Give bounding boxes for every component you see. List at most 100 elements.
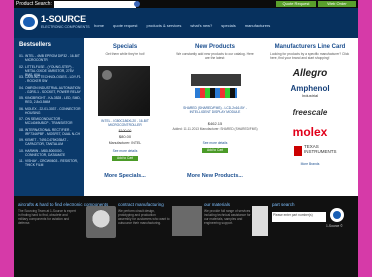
footer-aircraft-text: The Sourcing Team at 1-Source is expert … (18, 209, 76, 225)
footer-contract-text: We perform circuit design, prototyping a… (118, 209, 170, 225)
footer-materials-text: We provide full range of services includ… (204, 209, 251, 225)
new-product-add-to-cart-button[interactable]: Add to Cart (202, 148, 228, 153)
specials-lead: Get them while they're hot! (105, 52, 145, 56)
bestseller-item[interactable]: 10. HARWIN - M80-5000000 - CONNECTOR, DAT… (19, 149, 81, 160)
footer-materials-image (172, 206, 202, 236)
new-products-title[interactable]: New Products (169, 44, 261, 50)
nav-manufacturers[interactable]: manufacturers (245, 23, 271, 28)
quote-request-button[interactable]: Quote Request (276, 1, 316, 7)
footer-logo-icon[interactable] (330, 208, 344, 222)
bestseller-num: 01. (19, 54, 24, 58)
web-order-button[interactable]: Web Order (318, 1, 356, 7)
bestseller-num: 06. (19, 106, 24, 111)
bestsellers-title: Bestsellers (19, 42, 52, 48)
new-products-lead: We constantly add new products to our ca… (176, 52, 254, 60)
texas-instruments-icon[interactable] (294, 146, 302, 156)
specials-column: Specials Get them while they're hot! INT… (84, 38, 166, 196)
nav-whats-new[interactable]: what's new? (190, 23, 212, 28)
molex-logo[interactable]: molex (264, 125, 356, 139)
footer-partsearch-title: part search (272, 202, 295, 207)
right-frame-bar (358, 0, 372, 277)
footer-materials-title[interactable]: our materials (204, 202, 256, 207)
footer-partsearch-image (252, 206, 268, 236)
special-old-price: $100.00 (118, 129, 132, 133)
allegro-logo[interactable]: Allegro (264, 68, 356, 79)
bestseller-link[interactable]: CARLING TECHNOLOGIES - LDY-F1 - ROCKER S… (25, 75, 81, 83)
special-product-link[interactable]: INTEL - IG80C186XL20 - 16-BIT MICROCONTR… (88, 119, 162, 127)
bestseller-link[interactable]: HARWIN - M80-5000000 - CONNECTOR, DATAMA… (25, 149, 81, 157)
more-new-products-link[interactable]: More New Products... (169, 173, 261, 179)
bestsellers-sidebar: Bestsellers 01. INTEL - 4MB EPROM DIP32 -… (14, 38, 84, 196)
footer-logo-caption: 1-Source © (326, 224, 343, 228)
ti-line-2: INSTRUMENTS (304, 149, 337, 154)
bestseller-link[interactable]: ON SEMICONDUCTOR - MC14049UBCP - TRANSIS… (25, 117, 81, 125)
new-product-added-info: Added: 11.11.2013 Manufacturer: SHARED (… (172, 127, 258, 131)
part-search-input[interactable]: Please enter part number(s) (272, 212, 326, 222)
top-bar: Product Search: Quote Request Web Order (14, 0, 358, 9)
bestseller-item[interactable]: 09. KEMET - T491C475K035AT - CAPACITOR, T… (19, 138, 81, 149)
nav-products-services[interactable]: products & services (146, 23, 181, 28)
page: Product Search: Quote Request Web Order … (14, 0, 358, 277)
logo-text[interactable]: 1-SOURCE (41, 14, 86, 24)
more-brands-link[interactable]: More Brands (264, 162, 356, 166)
more-specials-link[interactable]: More Specials... (84, 173, 166, 179)
bestseller-link[interactable]: INTEL - 4MB EPROM DIP32 - 16-BIT MICROCO… (25, 54, 81, 62)
nav-quote-request[interactable]: quote request (113, 23, 137, 28)
bestseller-link[interactable]: KEMET - T491C475K035AT - CAPACITOR, TANT… (25, 138, 81, 146)
main-nav: home quote request products & services w… (94, 23, 270, 28)
bestseller-item[interactable]: 04. OMRON INDUSTRIAL AUTOMATION - G2RS-1 … (19, 86, 81, 97)
footer-contract-image (86, 206, 116, 238)
nav-home[interactable]: home (94, 23, 104, 28)
logo-icon[interactable] (20, 14, 38, 30)
new-product-link[interactable]: SHARED (SHARED/FMS) - LCD-2x16-BY - INTE… (173, 106, 257, 114)
special-see-more-link[interactable]: See more details (84, 149, 166, 153)
texas-instruments-logo[interactable]: TEXAS INSTRUMENTS (304, 144, 337, 154)
special-add-to-cart-button[interactable]: Add to Cart (112, 156, 138, 161)
manufacturers-lead: Looking for products by a specific manuf… (270, 52, 350, 60)
bestseller-item[interactable]: 05. KINGBRIGHT - KA-3528 - LED, SMD, RED,… (19, 96, 81, 107)
footer: aircrafts & hard to find electronic comp… (14, 196, 358, 277)
special-product-image[interactable] (98, 66, 150, 116)
bestseller-link[interactable]: INTERNATIONAL RECTIFIER - IRF7344PBF - M… (25, 128, 81, 136)
bestseller-item[interactable]: 11. VISHAY - CRCW0603 - RESISTOR, THICK F… (19, 159, 81, 170)
bestseller-num: 09. (19, 138, 24, 142)
search-go-icon[interactable] (134, 1, 140, 7)
bestseller-link[interactable]: MOLEX - 22-01-3037 - CONNECTOR HOUSING (25, 107, 81, 115)
main-content: Specials Get them while they're hot! INT… (84, 38, 358, 196)
bestseller-item[interactable]: 02. LITTELFUSE - (YOUNG-STEP) - METAL OXI… (19, 64, 81, 77)
bestseller-item[interactable]: 01. INTEL - 4MB EPROM DIP32 - 16-BIT MICR… (19, 54, 81, 65)
bestseller-item[interactable]: 07. ON SEMICONDUCTOR - MC14049UBCP - TRAN… (19, 117, 81, 128)
bestseller-item[interactable]: 08. INTERNATIONAL RECTIFIER - IRF7344PBF … (19, 128, 81, 139)
bestseller-link[interactable]: VISHAY - CRCW0603 - RESISTOR, THICK FILM (25, 159, 81, 167)
bestseller-item[interactable]: 03. CARLING TECHNOLOGIES - LDY-F1 - ROCKE… (19, 75, 81, 86)
special-new-price: $80.00 (118, 134, 132, 139)
bestseller-link[interactable]: OMRON INDUSTRIAL AUTOMATION - G2RS-1 - S… (25, 86, 81, 94)
left-frame-bar (0, 0, 14, 277)
bestseller-link[interactable]: KINGBRIGHT - KA-3528 - LED, SMD, RED, 2.… (25, 96, 81, 104)
amphenol-logo[interactable]: Amphenol (264, 84, 356, 93)
bestseller-num: 10. (19, 148, 24, 153)
amphenol-industrial-label: Industrial (301, 93, 319, 98)
new-products-column: New Products We constantly add new produ… (169, 38, 261, 196)
bestseller-num: 08. (19, 127, 24, 132)
footer-col-contract: contract manufacturing We perform circui… (118, 202, 170, 225)
bestseller-num: 05. (19, 96, 24, 100)
footer-contract-title[interactable]: contract manufacturing (118, 202, 170, 207)
logo-subtitle: ELECTRONIC COMPONENTS (41, 25, 90, 29)
new-product-image[interactable] (191, 68, 241, 102)
bestseller-num: 11. (19, 159, 24, 163)
nav-specials[interactable]: specials (221, 23, 235, 28)
bestseller-num: 02. (19, 64, 24, 69)
new-product-price: $462.15 (207, 121, 223, 126)
product-search-label: Product Search: (16, 1, 52, 7)
site-header: 1-SOURCE ELECTRONIC COMPONENTS home quot… (14, 8, 358, 38)
freescale-logo[interactable]: freescale (264, 108, 356, 117)
footer-col-partsearch: part search (272, 202, 295, 207)
manufacturers-title[interactable]: Manufacturers Line Card (264, 44, 356, 50)
specials-title[interactable]: Specials (84, 44, 166, 50)
bestseller-item[interactable]: 06. MOLEX - 22-01-3037 - CONNECTOR HOUSIN… (19, 107, 81, 118)
special-manufacturer: Manufacturer: INTEL (108, 141, 142, 145)
manufacturers-column: Manufacturers Line Card Looking for prod… (264, 38, 356, 196)
bestseller-num: 04. (19, 85, 24, 90)
new-product-see-more-link[interactable]: See more details (169, 141, 261, 145)
